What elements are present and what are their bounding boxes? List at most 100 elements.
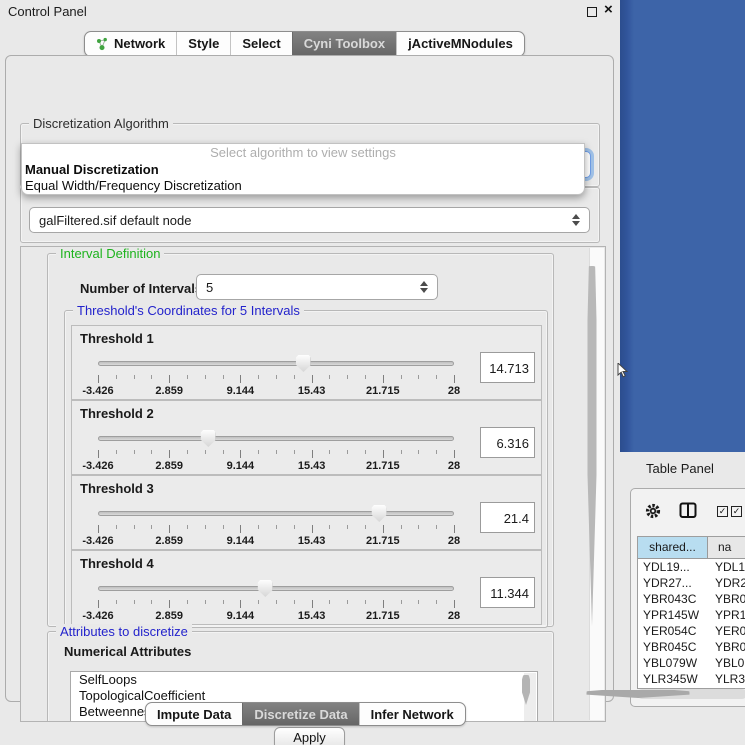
table-panel-body: ✓ ✓ shared... na YDL19...YDL1YDR27...YDR… <box>630 488 745 707</box>
table-panel-toolbar: ✓ ✓ <box>631 489 745 534</box>
tick-label: 9.144 <box>227 535 255 547</box>
table-row[interactable]: YBR045CYBR0 <box>638 639 745 655</box>
interval-definition-label: Interval Definition <box>56 246 164 261</box>
apply-button[interactable]: Apply <box>274 727 345 745</box>
interval-definition-group: Interval Definition Number of Intervals … <box>47 253 554 627</box>
table-row[interactable]: YER054CYER0 <box>638 623 745 639</box>
cyni-bottom-tabbar: Impute DataDiscretize DataInfer Network <box>145 702 466 726</box>
tick-label: 2.859 <box>155 385 183 397</box>
bottom-tab-infer-network[interactable]: Infer Network <box>359 703 465 725</box>
slider-thumb[interactable] <box>372 505 387 522</box>
settings-vertical-scrollbar[interactable] <box>589 248 604 720</box>
slider-thumb[interactable] <box>258 580 273 597</box>
tab-style[interactable]: Style <box>176 32 230 56</box>
bottom-tab-discretize-data[interactable]: Discretize Data <box>242 703 358 725</box>
slider-thumb[interactable] <box>201 430 216 447</box>
tick-label: -3.426 <box>82 460 113 472</box>
threshold-label: Threshold 1 <box>80 331 154 346</box>
table-rows: YDL19...YDL1YDR27...YDR2YBR043CYBR0YPR14… <box>638 559 745 689</box>
slider-track <box>98 511 454 516</box>
tick-label: 21.715 <box>366 385 400 397</box>
tick-label: 21.715 <box>366 535 400 547</box>
table-data-group: Table Data galFiltered.sif default node <box>20 187 600 243</box>
control-panel-tabbar: NetworkStyleSelectCyni ToolboxjActiveMNo… <box>84 31 525 57</box>
tick-label: 28 <box>448 610 460 622</box>
control-panel-title: Control Panel <box>8 4 87 19</box>
threshold-value-field[interactable]: 14.713 <box>480 352 535 383</box>
attribute-item[interactable]: SelfLoops <box>71 672 537 688</box>
table-data-combobox[interactable]: galFiltered.sif default node <box>29 207 590 233</box>
slider-track <box>98 361 454 366</box>
table-horizontal-scrollbar[interactable] <box>637 689 745 699</box>
threshold-box-4: Threshold 4-3.4262.8599.14415.4321.71528… <box>71 550 542 625</box>
tick-label: 15.43 <box>298 535 326 547</box>
discretization-algorithm-label: Discretization Algorithm <box>29 116 173 131</box>
tick-label: 2.859 <box>155 610 183 622</box>
numerical-attributes-label: Numerical Attributes <box>64 644 191 659</box>
combo-arrows-icon <box>420 281 428 293</box>
slider-thumb[interactable] <box>296 355 311 372</box>
threshold-slider[interactable]: -3.4262.8599.14415.4321.71528 <box>98 579 454 619</box>
threshold-label: Threshold 4 <box>80 556 154 571</box>
number-of-intervals-label: Number of Intervals <box>80 281 202 296</box>
list-scrollbar[interactable] <box>524 673 536 722</box>
table-row[interactable]: YDL19...YDL1 <box>638 559 745 575</box>
column-header-name[interactable]: na <box>708 537 745 558</box>
threshold-value-field[interactable]: 21.4 <box>480 502 535 533</box>
dropdown-option-equal-width[interactable]: Equal Width/Frequency Discretization <box>22 178 584 194</box>
threshold-slider[interactable]: -3.4262.8599.14415.4321.71528 <box>98 504 454 544</box>
tick-label: 15.43 <box>298 460 326 472</box>
node-table: shared... na YDL19...YDL1YDR27...YDR2YBR… <box>637 536 745 689</box>
screen: Control Panel × NetworkStyleSelectCyni T… <box>0 0 745 745</box>
attributes-label: Attributes to discretize <box>56 624 192 639</box>
cyni-toolbox-panel: Discretization Algorithm Select algorith… <box>5 55 614 702</box>
threshold-coordinates-label: Threshold's Coordinates for 5 Intervals <box>73 303 304 318</box>
settings-gear-icon[interactable] <box>645 503 661 519</box>
threshold-label: Threshold 2 <box>80 406 154 421</box>
columns-icon[interactable] <box>679 502 697 519</box>
slider-ticks <box>98 450 454 459</box>
table-row[interactable]: YLR345WYLR3 <box>638 671 745 687</box>
tick-label: 15.43 <box>298 385 326 397</box>
table-header-row: shared... na <box>638 537 745 559</box>
table-row[interactable]: YPR145WYPR1 <box>638 607 745 623</box>
column-header-shared-name[interactable]: shared... <box>638 537 708 558</box>
tick-label: 28 <box>448 385 460 397</box>
tab-select[interactable]: Select <box>230 32 291 56</box>
tick-label: 28 <box>448 535 460 547</box>
tab-network[interactable]: Network <box>85 32 176 56</box>
table-row[interactable]: YBR043CYBR0 <box>638 591 745 607</box>
tick-label: -3.426 <box>82 535 113 547</box>
threshold-label: Threshold 3 <box>80 481 154 496</box>
close-panel-icon[interactable]: × <box>604 1 613 18</box>
tick-label: 21.715 <box>366 610 400 622</box>
tick-label: 9.144 <box>227 460 255 472</box>
tick-label: 28 <box>448 460 460 472</box>
threshold-slider[interactable]: -3.4262.8599.14415.4321.71528 <box>98 429 454 469</box>
mouse-cursor <box>617 363 628 378</box>
slider-track <box>98 586 454 591</box>
threshold-box-3: Threshold 3-3.4262.8599.14415.4321.71528… <box>71 475 542 550</box>
tab-cyni-toolbox[interactable]: Cyni Toolbox <box>292 32 396 56</box>
bottom-tab-impute-data[interactable]: Impute Data <box>146 703 242 725</box>
number-of-intervals-value: 5 <box>206 280 213 295</box>
threshold-value-field[interactable]: 6.316 <box>480 427 535 458</box>
checkbox-filter-icons[interactable]: ✓ ✓ <box>717 506 742 517</box>
control-panel: Control Panel × NetworkStyleSelectCyni T… <box>0 0 620 745</box>
checkbox-icon: ✓ <box>717 506 728 517</box>
float-panel-icon[interactable] <box>587 7 597 17</box>
number-of-intervals-combobox[interactable]: 5 <box>196 274 438 300</box>
threshold-slider[interactable]: -3.4262.8599.14415.4321.71528 <box>98 354 454 394</box>
network-icon <box>96 37 109 51</box>
tab-jactivemnodules[interactable]: jActiveMNodules <box>396 32 524 56</box>
threshold-value-field[interactable]: 11.344 <box>480 577 535 608</box>
table-panel-title: Table Panel <box>646 461 714 476</box>
threshold-coordinates-group: Threshold's Coordinates for 5 Intervals … <box>64 310 548 628</box>
table-row[interactable]: YDR27...YDR2 <box>638 575 745 591</box>
tick-label: 9.144 <box>227 610 255 622</box>
table-panel: Table Panel ✓ ✓ shared... <box>620 452 745 745</box>
combo-arrows-icon <box>572 214 580 226</box>
tick-label: 2.859 <box>155 460 183 472</box>
table-row[interactable]: YBL079WYBL0 <box>638 655 745 671</box>
dropdown-option-manual-discretization[interactable]: Manual Discretization <box>22 162 584 178</box>
